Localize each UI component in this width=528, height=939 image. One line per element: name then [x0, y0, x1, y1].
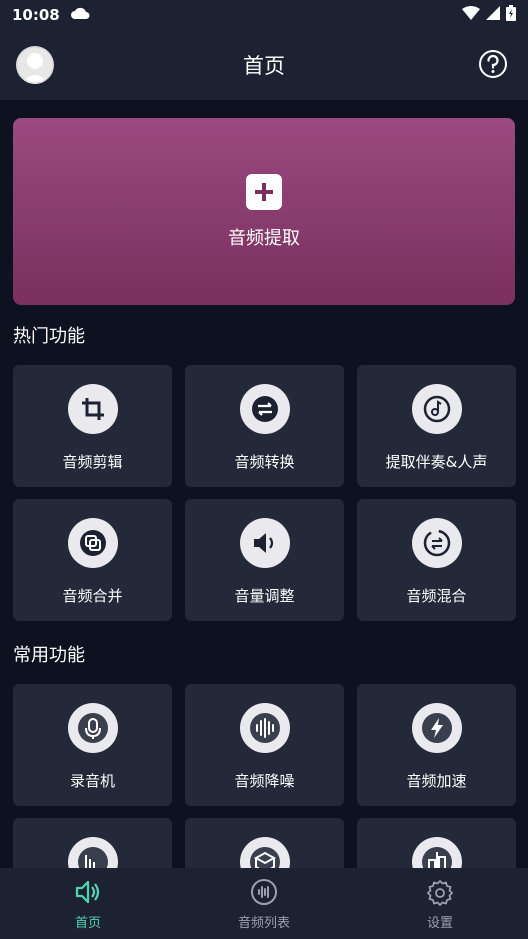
nav-settings[interactable]: 设置 [352, 868, 528, 939]
app-bar: 首页 [0, 30, 528, 100]
speaker-icon [75, 880, 100, 904]
status-bar: 10:08 [0, 0, 528, 30]
hot-section-title: 热门功能 [13, 326, 85, 347]
nav-home-label: 首页 [74, 916, 101, 931]
signal-icon [486, 6, 500, 24]
help-icon[interactable] [478, 49, 508, 79]
card-label: 音频合并 [62, 587, 123, 605]
audio-merge-button[interactable]: 音频合并 [13, 499, 172, 621]
mix-icon [411, 518, 462, 568]
convert-icon [239, 384, 290, 434]
merge-icon [67, 518, 118, 568]
lightning-icon [411, 703, 462, 753]
speed-up-button[interactable]: 音频加速 [357, 684, 516, 806]
battery-icon [506, 5, 516, 25]
audio-convert-button[interactable]: 音频转换 [185, 365, 344, 487]
mic-icon [67, 703, 118, 753]
nav-audio-list[interactable]: 音频列表 [176, 868, 352, 939]
crop-icon [67, 384, 118, 434]
music-note-icon [411, 384, 462, 434]
audio-extract-button[interactable]: 音频提取 [13, 118, 515, 305]
nav-settings-label: 设置 [426, 916, 453, 931]
card-label: 音频混合 [406, 587, 467, 605]
recorder-button[interactable]: 录音机 [13, 684, 172, 806]
avatar[interactable] [16, 46, 54, 84]
nav-home[interactable]: 首页 [0, 868, 176, 939]
wifi-icon [462, 6, 480, 24]
volume-adjust-button[interactable]: 音量调整 [185, 499, 344, 621]
audio-extract-label: 音频提取 [228, 227, 300, 249]
status-time: 10:08 [12, 6, 60, 24]
plus-icon [246, 173, 282, 210]
audio-cut-button[interactable]: 音频剪辑 [13, 365, 172, 487]
card-label: 录音机 [69, 772, 115, 790]
card-label: 音频降噪 [234, 772, 295, 790]
card-label: 音频转换 [234, 453, 295, 471]
noise-reduce-button[interactable]: 音频降噪 [185, 684, 344, 806]
nav-audio-list-label: 音频列表 [237, 916, 290, 931]
audio-mix-button[interactable]: 音频混合 [357, 499, 516, 621]
waveform-icon [239, 703, 290, 753]
extract-vocal-button[interactable]: 提取伴奏&人声 [357, 365, 516, 487]
page-title: 首页 [243, 54, 285, 78]
volume-icon [239, 518, 290, 568]
card-label: 音频剪辑 [62, 453, 123, 471]
cloud-icon [70, 6, 90, 24]
waveform-circle-icon [251, 879, 277, 905]
gear-icon [427, 880, 453, 906]
common-section-title: 常用功能 [13, 645, 85, 666]
card-label: 音频加速 [406, 772, 467, 790]
card-label: 音量调整 [234, 587, 295, 605]
card-label: 提取伴奏&人声 [385, 453, 488, 471]
bottom-nav: 首页 音频列表 设置 [0, 868, 528, 939]
